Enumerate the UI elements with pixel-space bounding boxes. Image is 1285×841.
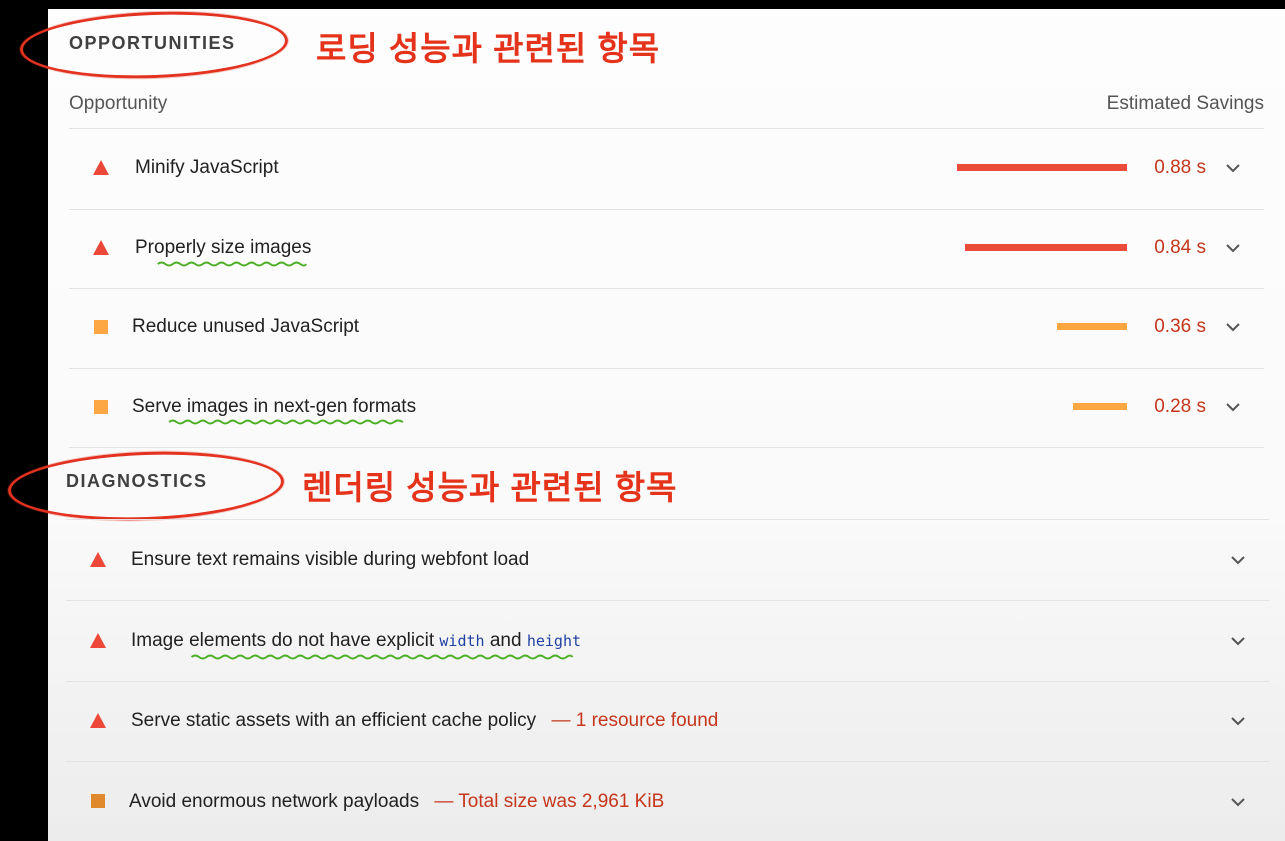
red-triangle-icon [93,160,109,175]
chevron-down-icon[interactable] [1222,157,1244,179]
savings-value: 0.88 s [1154,157,1206,178]
green-underline-annotation [168,419,404,425]
chevron-down-icon[interactable] [1222,396,1244,418]
chevron-down-icon[interactable] [1227,710,1249,732]
red-triangle-icon [93,240,109,255]
diagnostic-row-network-payloads[interactable]: Avoid enormous network payloads — Total … [66,762,1269,841]
code-width: width [439,632,485,650]
orange-square-icon [94,400,108,414]
savings-bar [957,164,1127,171]
savings-value: 0.84 s [1154,237,1206,258]
column-header-estimated-savings: Estimated Savings [1106,93,1264,114]
opportunity-row-reduce-unused-javascript[interactable]: Reduce unused JavaScript 0.36 s [69,289,1264,368]
column-header-opportunity: Opportunity [69,93,168,114]
diagnostic-title-text: Image elements do not have explicit [131,630,440,651]
diagnostics-annotation: 렌더링 성능과 관련된 항목 [302,469,678,506]
diagnostic-row-cache-policy[interactable]: Serve static assets with an efficient ca… [66,682,1269,761]
diagnostic-title: Serve static assets with an efficient ca… [131,710,718,732]
diagnostic-detail: — Total size was 2,961 KiB [434,791,665,812]
divider [69,447,1264,448]
opportunities-annotation: 로딩 성능과 관련된 항목 [316,30,661,67]
opportunity-row-minify-javascript[interactable]: Minify JavaScript 0.88 s [69,129,1264,209]
chevron-down-icon[interactable] [1227,791,1249,813]
code-height: height [526,632,582,650]
diagnostic-row-webfont-text-visible[interactable]: Ensure text remains visible during webfo… [66,520,1269,600]
chevron-down-icon[interactable] [1222,316,1244,338]
red-triangle-icon [90,633,106,648]
diagnostic-title: Ensure text remains visible during webfo… [131,549,530,570]
orange-square-icon [91,794,105,808]
opportunity-title: Reduce unused JavaScript [132,316,360,337]
savings-bar [965,244,1127,251]
savings-bar [1057,323,1127,330]
opportunity-row-serve-next-gen-formats[interactable]: Serve images in next-gen formats 0.28 s [69,369,1264,447]
chevron-down-icon[interactable] [1227,549,1249,571]
diagnostic-detail: — 1 resource found [551,710,719,731]
opportunity-title: Minify JavaScript [135,157,279,178]
opportunity-title: Properly size images [135,237,312,258]
diagnostic-title-text: and [484,630,527,651]
savings-value: 0.36 s [1154,316,1206,337]
opportunities-section-label: OPPORTUNITIES [69,33,236,53]
opportunity-title: Serve images in next-gen formats [132,396,417,417]
savings-bar [1073,403,1127,410]
diagnostic-title-text: Serve static assets with an efficient ca… [131,710,537,731]
orange-square-icon [94,320,108,334]
chevron-down-icon[interactable] [1222,237,1244,259]
diagnostic-title: Avoid enormous network payloads — Total … [129,791,664,813]
green-underline-annotation [190,654,574,660]
diagnostic-title-text: Avoid enormous network payloads [129,791,420,812]
chevron-down-icon[interactable] [1227,630,1249,652]
diagnostic-row-image-explicit-dimensions[interactable]: Image elements do not have explicit widt… [66,601,1269,681]
red-triangle-icon [90,552,106,567]
red-triangle-icon [90,713,106,728]
diagnostic-title: Image elements do not have explicit widt… [131,630,581,652]
green-underline-annotation [157,261,307,267]
opportunity-row-properly-size-images[interactable]: Properly size images 0.84 s [69,210,1264,288]
diagnostics-section-label: DIAGNOSTICS [66,471,208,491]
savings-value: 0.28 s [1154,396,1206,417]
